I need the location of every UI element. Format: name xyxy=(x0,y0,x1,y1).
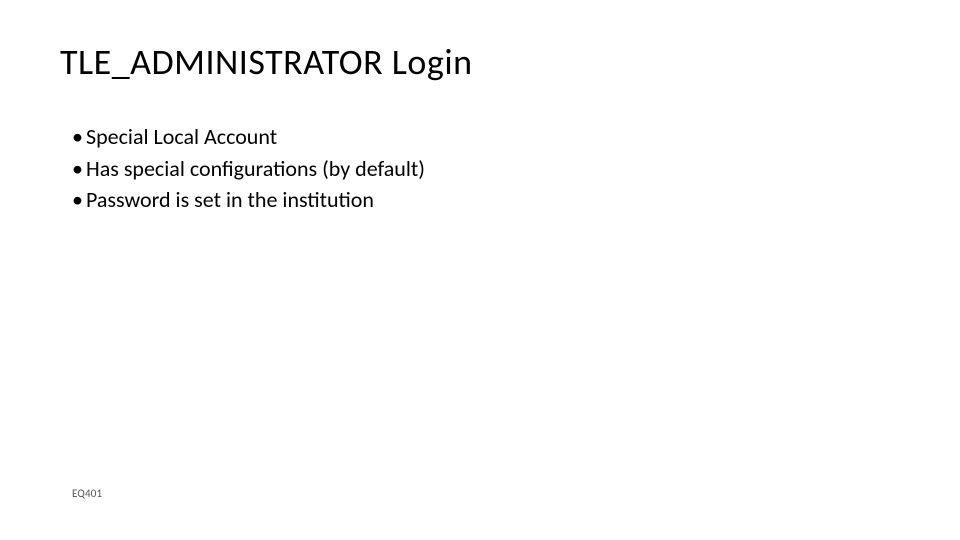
footer-code: EQ401 xyxy=(72,487,102,500)
bullet-list: Special Local Account Has special config… xyxy=(60,122,900,215)
list-item: Special Local Account xyxy=(72,122,900,152)
slide-title: TLE_ADMINISTRATOR Login xyxy=(60,40,900,84)
list-item: Password is set in the institution xyxy=(72,185,900,215)
list-item: Has special configurations (by default) xyxy=(72,154,900,184)
